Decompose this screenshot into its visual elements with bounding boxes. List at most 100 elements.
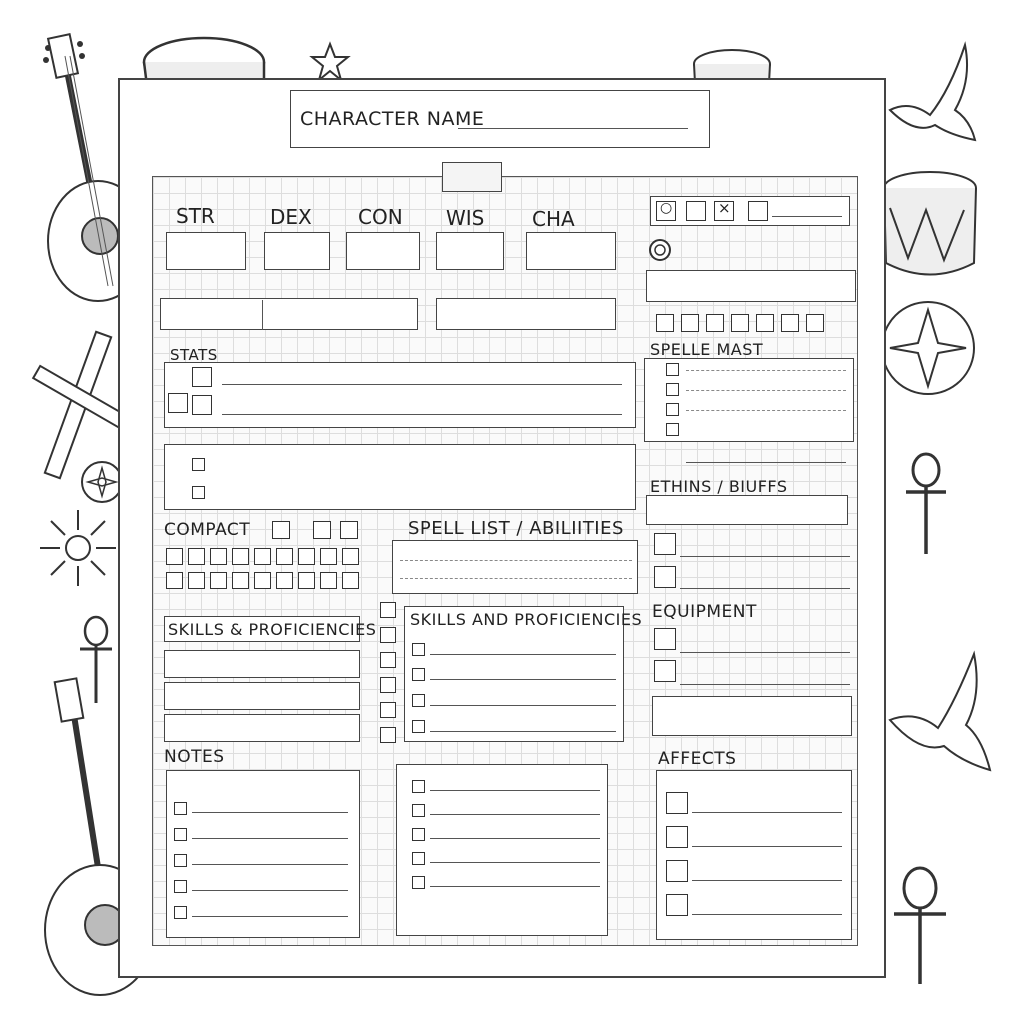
stat-box-cha[interactable] [526, 232, 616, 270]
compact-cell[interactable] [188, 572, 205, 589]
compact-cell[interactable] [188, 548, 205, 565]
notes-line [192, 890, 348, 891]
mid-bottom-checkbox[interactable] [412, 828, 425, 841]
skills-left-field[interactable] [164, 650, 360, 678]
ethins-buffs-field[interactable] [646, 495, 848, 525]
notes-line [192, 812, 348, 813]
slot-box[interactable] [781, 314, 799, 332]
skills-left-field[interactable] [164, 682, 360, 710]
compact-cell[interactable] [276, 572, 293, 589]
status-line [772, 216, 842, 217]
equipment-checkbox[interactable] [654, 660, 676, 682]
banner-scroll [442, 162, 502, 192]
spell-mast-checkbox[interactable] [666, 403, 679, 416]
stat-box-wis[interactable] [436, 232, 504, 270]
skills-mid-line [430, 731, 616, 732]
skills-column-checkbox[interactable] [380, 627, 396, 643]
drum-icon [880, 168, 980, 293]
compact-cell[interactable] [254, 548, 271, 565]
mid-bottom-checkbox[interactable] [412, 852, 425, 865]
mid-bottom-checkbox[interactable] [412, 780, 425, 793]
sun-icon [38, 508, 118, 593]
mid-bottom-checkbox[interactable] [412, 876, 425, 889]
notes-checkbox[interactable] [174, 828, 187, 841]
compact-cell[interactable] [166, 548, 183, 565]
notes-checkbox[interactable] [174, 854, 187, 867]
compact-cell[interactable] [342, 548, 359, 565]
compact-cell[interactable] [320, 572, 337, 589]
stat-box-str[interactable] [166, 232, 246, 270]
slot-box[interactable] [806, 314, 824, 332]
check-mark-circle: ○ [660, 200, 673, 216]
top-right-field[interactable] [646, 270, 856, 302]
compact-title: COMPACT [164, 520, 251, 540]
stats-line [222, 414, 622, 415]
stat-box-con[interactable] [346, 232, 420, 270]
checkbox-blank[interactable] [686, 201, 706, 221]
skills-column-checkbox[interactable] [380, 727, 396, 743]
skills-column-checkbox[interactable] [380, 652, 396, 668]
equipment-checkbox[interactable] [654, 628, 676, 650]
notes-checkbox[interactable] [174, 802, 187, 815]
slot-box[interactable] [731, 314, 749, 332]
affects-checkbox[interactable] [666, 860, 688, 882]
slot-box[interactable] [681, 314, 699, 332]
compact-cell[interactable] [232, 572, 249, 589]
stats-notes-checkbox[interactable] [192, 486, 205, 499]
compact-cell[interactable] [166, 572, 183, 589]
mid-bottom-line [430, 790, 600, 791]
skills-column-checkbox[interactable] [380, 602, 396, 618]
ankh-icon [892, 866, 948, 991]
stat-box-dex[interactable] [264, 232, 330, 270]
spell-list-panel [392, 540, 638, 594]
skills-mid-checkbox[interactable] [412, 668, 425, 681]
buffs-checkbox[interactable] [654, 533, 676, 555]
compact-cell[interactable] [210, 572, 227, 589]
buffs-checkbox[interactable] [654, 566, 676, 588]
skills-mid-checkbox[interactable] [412, 694, 425, 707]
stat-modifier-row[interactable] [160, 298, 418, 330]
compact-cell[interactable] [342, 572, 359, 589]
stats-notes-checkbox[interactable] [192, 458, 205, 471]
compact-header-box[interactable] [313, 521, 331, 539]
compact-cell[interactable] [232, 548, 249, 565]
stat-label-wis: WIS [446, 206, 485, 230]
mid-bottom-line [430, 862, 600, 863]
spell-mast-checkbox[interactable] [666, 423, 679, 436]
slot-box[interactable] [756, 314, 774, 332]
compact-cell[interactable] [254, 572, 271, 589]
equipment-line [680, 652, 850, 653]
compact-cell[interactable] [276, 548, 293, 565]
slot-box[interactable] [706, 314, 724, 332]
mid-bottom-checkbox[interactable] [412, 804, 425, 817]
skills-column-checkbox[interactable] [380, 702, 396, 718]
stats-checkbox[interactable] [168, 393, 188, 413]
affects-checkbox[interactable] [666, 792, 688, 814]
compact-header-box[interactable] [340, 521, 358, 539]
skills-left-field[interactable] [164, 714, 360, 742]
spell-mast-checkbox[interactable] [666, 383, 679, 396]
skills-mid-checkbox[interactable] [412, 720, 425, 733]
spell-mast-checkbox[interactable] [666, 363, 679, 376]
lute-icon [20, 32, 149, 302]
notes-checkbox[interactable] [174, 880, 187, 893]
compact-cell[interactable] [210, 548, 227, 565]
skills-mid-checkbox[interactable] [412, 643, 425, 656]
affects-checkbox[interactable] [666, 826, 688, 848]
compact-cell[interactable] [298, 572, 315, 589]
stat-modifier-row-right[interactable] [436, 298, 616, 330]
spell-mast-line [686, 370, 846, 371]
compact-cell[interactable] [298, 548, 315, 565]
notes-checkbox[interactable] [174, 906, 187, 919]
dove-icon [880, 40, 980, 155]
slot-box[interactable] [656, 314, 674, 332]
equipment-field[interactable] [652, 696, 852, 736]
compact-cell[interactable] [320, 548, 337, 565]
stats-checkbox[interactable] [192, 367, 212, 387]
stats-checkbox[interactable] [192, 395, 212, 415]
skills-column-checkbox[interactable] [380, 677, 396, 693]
checkbox-blank[interactable] [748, 201, 768, 221]
ankh-icon [904, 452, 948, 561]
compact-header-box[interactable] [272, 521, 290, 539]
affects-checkbox[interactable] [666, 894, 688, 916]
